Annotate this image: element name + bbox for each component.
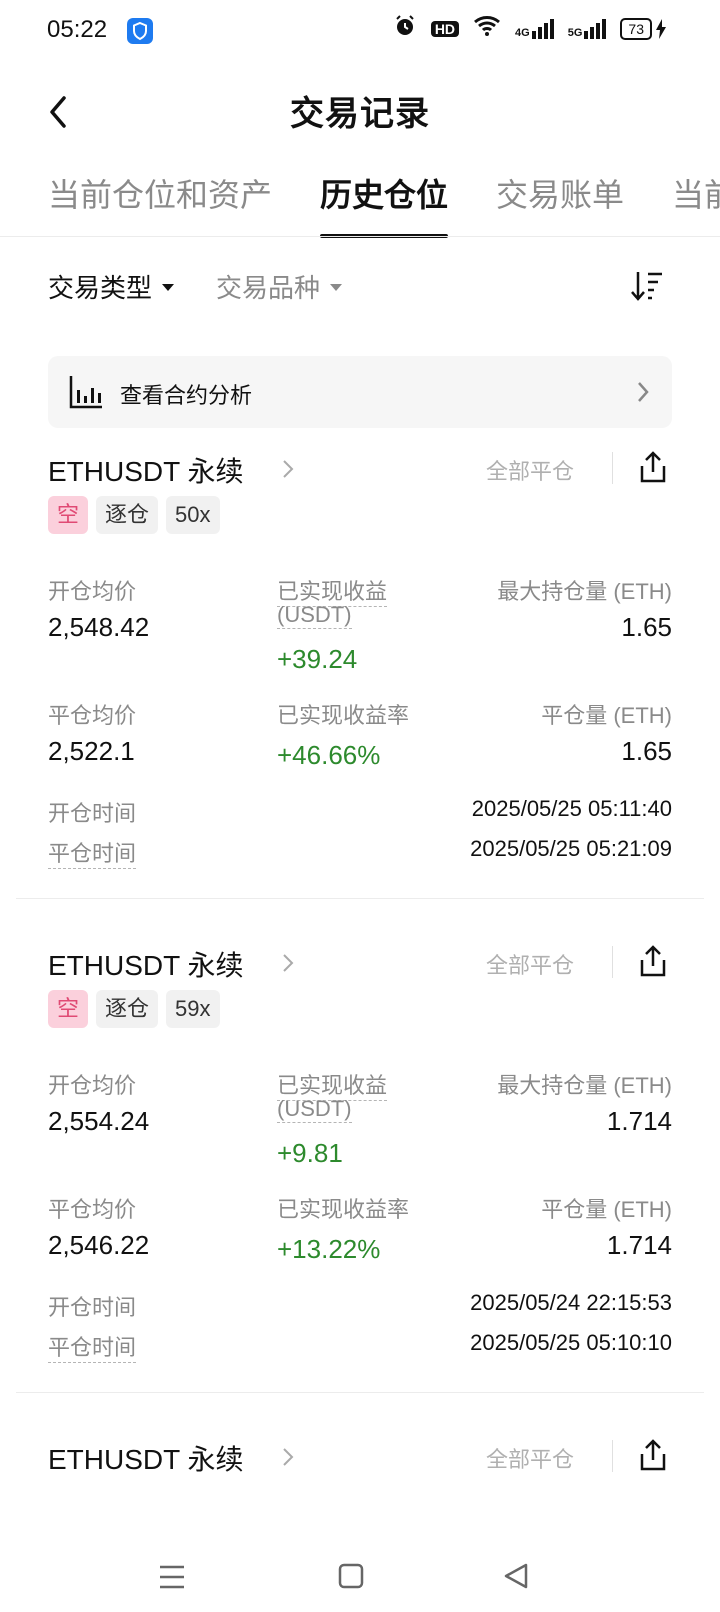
divider bbox=[612, 946, 613, 978]
realized-rate-label: 已实现收益率 bbox=[277, 1197, 410, 1222]
chevron-right-icon bbox=[282, 952, 294, 974]
caret-down-icon bbox=[330, 283, 343, 291]
bar-chart-icon bbox=[68, 374, 104, 410]
open-avg-value: 2,554.24 bbox=[48, 1106, 150, 1136]
contract-analysis-banner[interactable]: 查看合约分析 bbox=[48, 356, 672, 428]
status-time: 05:22 bbox=[47, 16, 108, 43]
max-hold-value: 1.65 bbox=[621, 612, 672, 642]
close-avg-label: 平仓均价 bbox=[48, 703, 137, 728]
direction-tag: 空 bbox=[48, 496, 89, 534]
symbol-label: 交易品种 bbox=[216, 273, 321, 303]
tab-divider bbox=[0, 236, 720, 237]
close-avg-value: 2,546.22 bbox=[48, 1230, 150, 1260]
open-time-label: 开仓时间 bbox=[48, 801, 137, 826]
alarm-icon bbox=[393, 14, 417, 43]
battery-icon: 73 bbox=[620, 17, 666, 40]
tab-current-more[interactable]: 当前 bbox=[672, 170, 720, 238]
direction-tag: 空 bbox=[48, 990, 89, 1028]
back-triangle-icon[interactable] bbox=[502, 1562, 530, 1595]
realized-rate-value: +13.22% bbox=[277, 1234, 381, 1264]
record-symbol[interactable]: ETHUSDT 永续 bbox=[48, 1438, 244, 1478]
close-time-label[interactable]: 平仓时间 bbox=[48, 836, 137, 869]
realized-pnl-value: +9.81 bbox=[277, 1138, 343, 1168]
record-symbol[interactable]: ETHUSDT 永续 bbox=[48, 944, 244, 984]
close-avg-label: 平仓均价 bbox=[48, 1197, 137, 1222]
share-icon[interactable] bbox=[638, 450, 668, 484]
close-qty-label: 平仓量 (ETH) bbox=[541, 703, 672, 728]
divider bbox=[612, 452, 613, 484]
margin-mode-tag: 逐仓 bbox=[96, 496, 159, 534]
close-all-button[interactable]: 全部平仓 bbox=[486, 454, 574, 486]
signal-5g-icon: 5G bbox=[567, 18, 607, 39]
leverage-tag: 59x bbox=[166, 990, 220, 1028]
trade-type-label: 交易类型 bbox=[48, 273, 153, 303]
max-hold-label: 最大持仓量 (ETH) bbox=[497, 1073, 672, 1098]
menu-icon[interactable] bbox=[158, 1564, 186, 1595]
trade-type-filter[interactable]: 交易类型 bbox=[48, 268, 175, 305]
leverage-tag: 50x bbox=[166, 496, 220, 534]
symbol-filter[interactable]: 交易品种 bbox=[216, 268, 343, 305]
caret-down-icon bbox=[162, 283, 175, 291]
charging-icon bbox=[656, 18, 666, 39]
net-label-5g: 5G bbox=[567, 26, 583, 39]
status-icons: HD 4G 5G 73 bbox=[393, 14, 666, 43]
close-qty-value: 1.714 bbox=[606, 1230, 672, 1260]
tab-bar: 当前仓位和资产 历史仓位 交易账单 当前 bbox=[48, 170, 720, 238]
open-time-label: 开仓时间 bbox=[48, 1295, 137, 1320]
home-square-icon[interactable] bbox=[338, 1562, 364, 1595]
close-qty-value: 1.65 bbox=[621, 736, 672, 766]
tag-group: 空 逐仓 59x bbox=[48, 990, 220, 1028]
tab-history-positions[interactable]: 历史仓位 bbox=[320, 170, 449, 238]
battery-level: 73 bbox=[620, 17, 652, 40]
tab-trade-bill[interactable]: 交易账单 bbox=[496, 170, 624, 238]
net-label-4g: 4G bbox=[515, 26, 530, 39]
record-divider bbox=[16, 1392, 704, 1393]
open-time-value: 2025/05/24 22:15:53 bbox=[470, 1290, 672, 1315]
realized-rate-value: +46.66% bbox=[277, 740, 381, 770]
close-all-button[interactable]: 全部平仓 bbox=[486, 948, 574, 980]
open-avg-label: 开仓均价 bbox=[48, 579, 137, 604]
chevron-right-icon bbox=[282, 1446, 294, 1468]
signal-4g-icon: 4G bbox=[515, 18, 554, 39]
open-avg-label: 开仓均价 bbox=[48, 1073, 137, 1098]
wifi-icon bbox=[473, 15, 501, 42]
chevron-right-icon bbox=[636, 380, 650, 404]
realized-pnl-value: +39.24 bbox=[277, 644, 358, 674]
page-title: 交易记录 bbox=[290, 95, 430, 133]
close-avg-value: 2,522.1 bbox=[48, 736, 135, 766]
realized-rate-label: 已实现收益率 bbox=[277, 703, 410, 728]
chevron-right-icon bbox=[282, 458, 294, 480]
record-divider bbox=[16, 898, 704, 899]
hd-icon: HD bbox=[430, 20, 460, 37]
banner-label: 查看合约分析 bbox=[120, 383, 253, 408]
share-icon[interactable] bbox=[638, 1438, 668, 1472]
position-record[interactable]: ETHUSDT 永续 全部平仓 bbox=[0, 1438, 720, 1498]
realized-pnl-unit: (USDT) bbox=[277, 1096, 352, 1123]
share-icon[interactable] bbox=[638, 944, 668, 978]
open-avg-value: 2,548.42 bbox=[48, 612, 150, 642]
shield-icon bbox=[127, 18, 153, 44]
divider bbox=[612, 1440, 613, 1472]
record-symbol[interactable]: ETHUSDT 永续 bbox=[48, 450, 244, 490]
close-qty-label: 平仓量 (ETH) bbox=[541, 1197, 672, 1222]
max-hold-value: 1.714 bbox=[606, 1106, 672, 1136]
open-time-value: 2025/05/25 05:11:40 bbox=[471, 796, 672, 821]
system-nav-bar bbox=[0, 1550, 720, 1612]
sort-icon[interactable] bbox=[630, 268, 664, 304]
position-record[interactable]: ETHUSDT 永续 全部平仓 空 逐仓 59x 开仓均价 2,554.24 已… bbox=[0, 944, 720, 1454]
max-hold-label: 最大持仓量 (ETH) bbox=[497, 579, 672, 604]
position-record[interactable]: ETHUSDT 永续 全部平仓 空 逐仓 50x 开仓均价 2,548.42 已… bbox=[0, 450, 720, 960]
realized-pnl-unit: (USDT) bbox=[277, 602, 352, 629]
close-time-label[interactable]: 平仓时间 bbox=[48, 1330, 137, 1363]
tag-group: 空 逐仓 50x bbox=[48, 496, 220, 534]
close-time-value: 2025/05/25 05:10:10 bbox=[470, 1330, 672, 1355]
tab-current-positions[interactable]: 当前仓位和资产 bbox=[48, 170, 272, 238]
close-all-button[interactable]: 全部平仓 bbox=[486, 1442, 574, 1474]
close-time-value: 2025/05/25 05:21:09 bbox=[470, 836, 672, 861]
margin-mode-tag: 逐仓 bbox=[96, 990, 159, 1028]
